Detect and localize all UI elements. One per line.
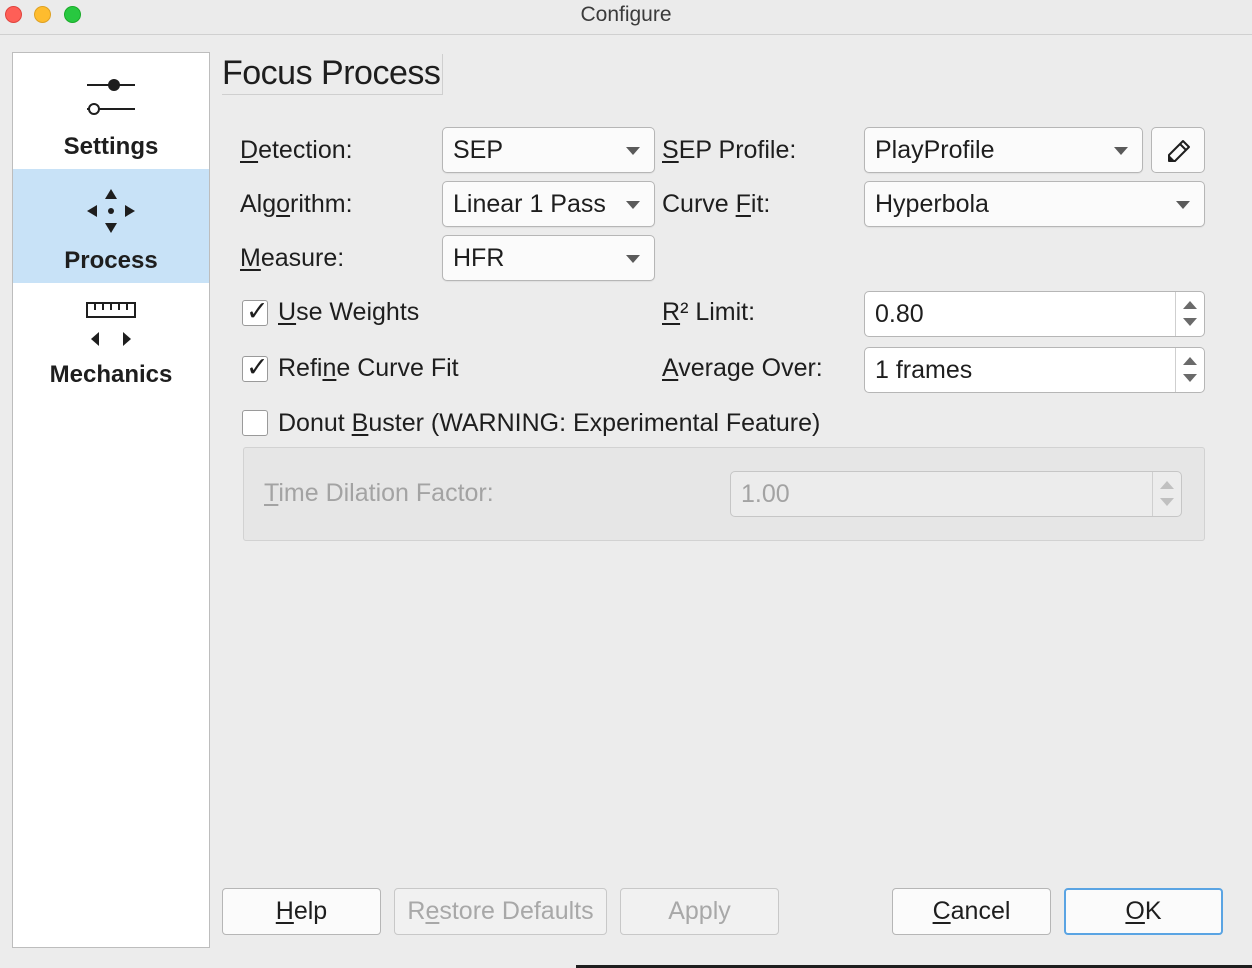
spin-buttons[interactable] bbox=[1175, 292, 1204, 336]
sep-profile-label: SEP Profile: bbox=[662, 136, 797, 164]
sidebar-item-label: Settings bbox=[63, 133, 159, 160]
spin-down-icon[interactable] bbox=[1160, 498, 1174, 506]
chevron-down-icon bbox=[626, 201, 640, 209]
apply-button[interactable]: Apply bbox=[620, 888, 779, 935]
curve-fit-value: Hyperbola bbox=[875, 190, 989, 218]
average-over-label: Average Over: bbox=[662, 354, 823, 382]
sidebar-item-settings[interactable]: Settings bbox=[13, 55, 209, 169]
average-over-value: 1 frames bbox=[875, 356, 973, 384]
window-title: Configure bbox=[580, 3, 672, 26]
measure-combo[interactable]: HFR bbox=[442, 235, 655, 281]
chevron-down-icon bbox=[1114, 147, 1128, 155]
sidebar: Settings Process Mechanics bbox=[12, 52, 210, 948]
page-title: Focus Process bbox=[222, 54, 443, 95]
algorithm-value: Linear 1 Pass bbox=[453, 190, 606, 218]
donut-buster-label[interactable]: Donut Buster (WARNING: Experimental Feat… bbox=[278, 409, 820, 438]
spin-up-icon[interactable] bbox=[1160, 481, 1174, 489]
time-dilation-value: 1.00 bbox=[741, 480, 790, 508]
sliders-icon bbox=[87, 79, 135, 115]
spin-up-icon[interactable] bbox=[1183, 357, 1197, 365]
sidebar-item-mechanics[interactable]: Mechanics bbox=[13, 283, 209, 397]
use-weights-checkbox[interactable]: ✓ bbox=[242, 296, 269, 327]
sidebar-item-process[interactable]: Process bbox=[13, 169, 209, 283]
average-over-spinbox[interactable]: 1 frames bbox=[864, 347, 1205, 393]
spin-up-icon[interactable] bbox=[1183, 301, 1197, 309]
sep-profile-combo[interactable]: PlayProfile bbox=[864, 127, 1143, 173]
measure-value: HFR bbox=[453, 244, 505, 272]
move-arrows-icon bbox=[87, 189, 135, 233]
restore-defaults-button[interactable]: Restore Defaults bbox=[394, 888, 607, 935]
detection-label: Detection: bbox=[240, 136, 353, 164]
r2-limit-value: 0.80 bbox=[875, 300, 924, 328]
spin-down-icon[interactable] bbox=[1183, 318, 1197, 326]
chevron-down-icon bbox=[626, 147, 640, 155]
time-dilation-label: Time Dilation Factor: bbox=[264, 479, 494, 507]
chevron-down-icon bbox=[1176, 201, 1190, 209]
checkmark-icon: ✓ bbox=[246, 352, 269, 383]
chevron-down-icon bbox=[626, 255, 640, 263]
cancel-button[interactable]: Cancel bbox=[892, 888, 1051, 935]
spin-buttons[interactable] bbox=[1152, 472, 1181, 516]
ok-button[interactable]: OK bbox=[1064, 888, 1223, 935]
spin-buttons[interactable] bbox=[1175, 348, 1204, 392]
spin-down-icon[interactable] bbox=[1183, 374, 1197, 382]
pencil-icon bbox=[1168, 140, 1190, 162]
measure-label: Measure: bbox=[240, 244, 345, 272]
algorithm-combo[interactable]: Linear 1 Pass bbox=[442, 181, 655, 227]
checkmark-icon: ✓ bbox=[246, 296, 269, 327]
refine-curve-fit-checkbox[interactable]: ✓ bbox=[242, 352, 269, 383]
sep-profile-value: PlayProfile bbox=[875, 136, 995, 164]
edit-sep-profile-button[interactable] bbox=[1151, 127, 1205, 173]
algorithm-label: Algorithm: bbox=[240, 190, 353, 218]
refine-curve-fit-label[interactable]: Refine Curve Fit bbox=[278, 354, 459, 383]
title-bar: Configure bbox=[0, 0, 1252, 35]
detection-value: SEP bbox=[453, 136, 504, 164]
r2-limit-label: R² Limit: bbox=[662, 298, 756, 326]
donut-buster-checkbox[interactable] bbox=[242, 410, 268, 436]
sidebar-item-label: Mechanics bbox=[49, 361, 173, 388]
use-weights-label[interactable]: Use Weights bbox=[278, 298, 419, 327]
help-button[interactable]: Help bbox=[222, 888, 381, 935]
detection-combo[interactable]: SEP bbox=[442, 127, 655, 173]
curve-fit-label: Curve Fit: bbox=[662, 190, 771, 218]
time-dilation-spinbox[interactable]: 1.00 bbox=[730, 471, 1182, 517]
ruler-arrows-icon bbox=[86, 302, 136, 346]
curve-fit-combo[interactable]: Hyperbola bbox=[864, 181, 1205, 227]
sidebar-item-label: Process bbox=[64, 247, 158, 274]
r2-limit-spinbox[interactable]: 0.80 bbox=[864, 291, 1205, 337]
